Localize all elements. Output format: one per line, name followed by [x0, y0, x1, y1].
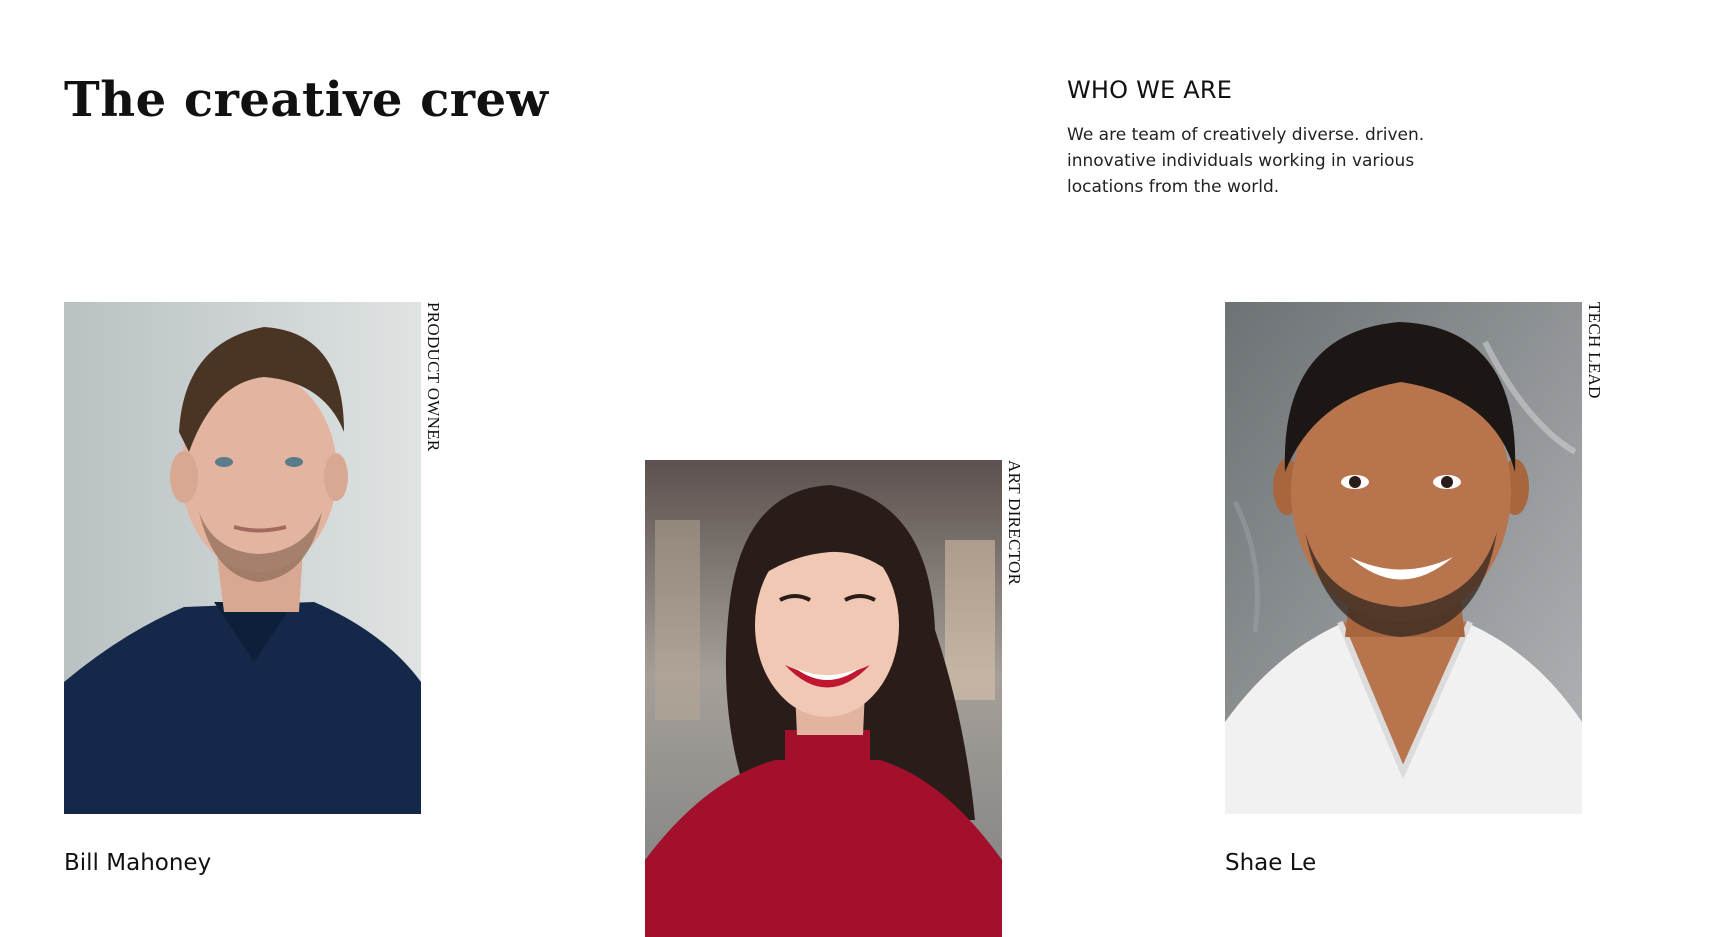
- member-name: Shae Le: [1225, 850, 1317, 876]
- about-text: We are team of creatively diverse. drive…: [1067, 125, 1425, 197]
- member-role: ART DIRECTOR: [1005, 460, 1024, 586]
- member-photo: [1225, 302, 1582, 814]
- page-title: The creative crew: [64, 72, 549, 128]
- member-role: TECH LEAD: [1585, 302, 1604, 399]
- member-role: PRODUCT OWNER: [424, 302, 443, 452]
- portrait-woman-red-top-image: [645, 460, 1002, 937]
- about-section: WHO WE ARE We are team of creatively div…: [1067, 76, 1467, 200]
- member-name: Bill Mahoney: [64, 850, 212, 876]
- member-photo: [645, 460, 1002, 937]
- portrait-man-white-tshirt-image: [1225, 302, 1582, 814]
- about-title: WHO WE ARE: [1067, 76, 1233, 104]
- member-photo: [64, 302, 421, 814]
- portrait-man-navy-polo-image: [64, 302, 421, 814]
